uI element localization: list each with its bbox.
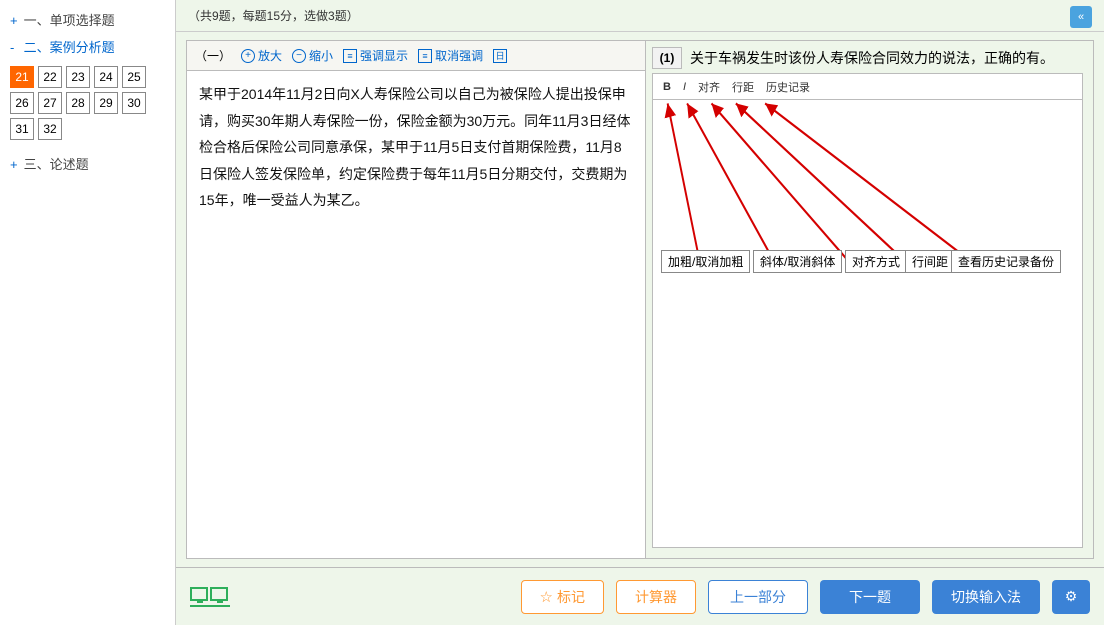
highlight-off-icon: ≡ <box>418 49 432 63</box>
editor-content[interactable]: 加粗/取消加粗 斜体/取消斜体 对齐方式 行间距 查看历史记录备份 <box>653 100 1082 547</box>
question-box-31[interactable]: 31 <box>10 118 34 140</box>
gear-icon: ⚙ <box>1065 588 1078 605</box>
zoom-in-button[interactable]: +放大 <box>241 47 282 64</box>
section-single-choice[interactable]: + 一、单项选择题 <box>0 6 175 33</box>
minus-icon: − <box>292 49 306 63</box>
question-box-21[interactable]: 21 <box>10 66 34 88</box>
history-button[interactable]: 历史记录 <box>766 79 810 95</box>
plus-icon: + <box>241 49 255 63</box>
footer-left <box>190 587 509 607</box>
section-essay[interactable]: + 三、论述题 <box>0 150 175 177</box>
next-question-button[interactable]: 下一题 <box>820 580 920 614</box>
collapse-panel-button[interactable]: « <box>1070 6 1092 28</box>
question-grid: 2122232425 2627282930 3132 <box>0 60 175 150</box>
highlight-off-button[interactable]: ≡取消强调 <box>418 47 483 64</box>
section-info: （共9题，每题15分，选做3题） <box>188 7 359 24</box>
question-box-22[interactable]: 22 <box>38 66 62 88</box>
annotation-history: 查看历史记录备份 <box>951 250 1061 273</box>
question-box-30[interactable]: 30 <box>122 92 146 114</box>
question-text: 关于车祸发生时该份人寿保险合同效力的说法，正确的有。 <box>690 47 1083 69</box>
calculator-button[interactable]: 计算器 <box>616 580 696 614</box>
layout-icon: 日 <box>493 49 507 63</box>
monitor-status-icon <box>190 587 230 607</box>
question-number: (1) <box>652 47 682 69</box>
collapse-icon: - <box>10 40 20 55</box>
expander-icon: + <box>10 13 20 28</box>
passage-text: 某甲于2014年11月2日向X人寿保险公司以自己为被保险人提出投保申请，购买30… <box>187 71 645 558</box>
annotation-align: 对齐方式 <box>845 250 907 273</box>
content-area: （一） +放大 −缩小 ≡强调显示 ≡取消强调 日 某甲于2014年11月2日向… <box>176 32 1104 567</box>
sidebar: + 一、单项选择题 - 二、案例分析题 2122232425 2627282930… <box>0 0 176 625</box>
highlight-icon: ≡ <box>343 49 357 63</box>
question-box-26[interactable]: 26 <box>10 92 34 114</box>
question-box-27[interactable]: 27 <box>38 92 62 114</box>
highlight-button[interactable]: ≡强调显示 <box>343 47 408 64</box>
collapse-passage-button[interactable]: 日 <box>493 49 507 63</box>
annotation-arrows <box>653 100 1082 547</box>
zoom-out-button[interactable]: −缩小 <box>292 47 333 64</box>
align-button[interactable]: 对齐 <box>698 79 720 95</box>
top-bar: （共9题，每题15分，选做3题） « <box>176 0 1104 32</box>
footer: ☆标记 计算器 上一部分 下一题 切换输入法 ⚙ <box>176 567 1104 625</box>
question-box-28[interactable]: 28 <box>66 92 90 114</box>
answer-panel: (1) 关于车祸发生时该份人寿保险合同效力的说法，正确的有。 B I 对齐 行距… <box>646 40 1094 559</box>
question-box-32[interactable]: 32 <box>38 118 62 140</box>
main-area: （共9题，每题15分，选做3题） « （一） +放大 −缩小 ≡强调显示 ≡取消… <box>176 0 1104 625</box>
star-icon: ☆ <box>540 588 553 606</box>
annotation-italic: 斜体/取消斜体 <box>753 250 842 273</box>
bold-button[interactable]: B <box>663 81 671 93</box>
mark-button[interactable]: ☆标记 <box>521 580 604 614</box>
settings-button[interactable]: ⚙ <box>1052 580 1090 614</box>
linespace-button[interactable]: 行距 <box>732 79 754 95</box>
question-box-23[interactable]: 23 <box>66 66 90 88</box>
question-box-25[interactable]: 25 <box>122 66 146 88</box>
italic-button[interactable]: I <box>683 81 686 93</box>
question-box-24[interactable]: 24 <box>94 66 118 88</box>
editor-toolbar: B I 对齐 行距 历史记录 <box>653 74 1082 100</box>
section-case-analysis[interactable]: - 二、案例分析题 <box>0 33 175 60</box>
switch-ime-button[interactable]: 切换输入法 <box>932 580 1040 614</box>
prev-section-button[interactable]: 上一部分 <box>708 580 808 614</box>
question-row: (1) 关于车祸发生时该份人寿保险合同效力的说法，正确的有。 <box>652 47 1083 69</box>
annotation-bold: 加粗/取消加粗 <box>661 250 750 273</box>
annotation-linespace: 行间距 <box>905 250 955 273</box>
passage-panel: （一） +放大 −缩小 ≡强调显示 ≡取消强调 日 某甲于2014年11月2日向… <box>186 40 646 559</box>
passage-toolbar: （一） +放大 −缩小 ≡强调显示 ≡取消强调 日 <box>187 41 645 71</box>
answer-editor: B I 对齐 行距 历史记录 <box>652 73 1083 548</box>
part-label: （一） <box>195 47 231 64</box>
question-box-29[interactable]: 29 <box>94 92 118 114</box>
expander-icon: + <box>10 157 20 172</box>
